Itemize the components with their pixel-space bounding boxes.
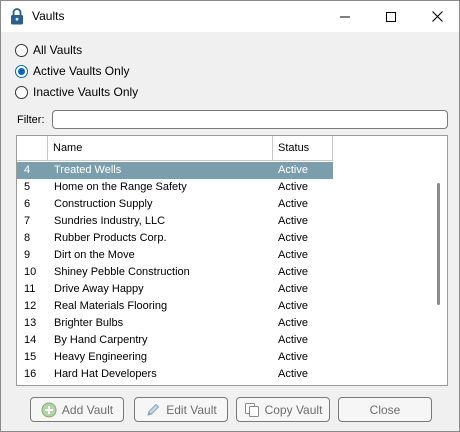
- vault-name: Construction Supply: [54, 198, 153, 210]
- vault-status: Active: [278, 232, 308, 244]
- title-bar[interactable]: Vaults: [1, 1, 459, 32]
- vault-status: Active: [278, 368, 308, 380]
- vertical-scrollbar-thumb[interactable]: [437, 183, 440, 305]
- vault-status: Active: [278, 198, 308, 210]
- vault-name: Sundries Industry, LLC: [54, 215, 166, 227]
- add-vault-label: Add Vault: [61, 402, 114, 417]
- window-title: Vaults: [32, 9, 65, 23]
- row-number: 4: [24, 164, 31, 176]
- vault-status: Active: [278, 266, 308, 278]
- edit-vault-label: Edit Vault: [166, 402, 217, 417]
- vault-name: Drive Away Happy: [54, 283, 144, 295]
- table-row[interactable]: 7 Sundries Industry, LLC Active: [17, 213, 333, 230]
- row-number: 9: [24, 249, 31, 261]
- plus-circle-icon: [41, 402, 57, 417]
- copy-icon: [244, 402, 259, 417]
- radio-all-vaults[interactable]: All Vaults: [15, 43, 82, 57]
- vault-status: Active: [278, 215, 308, 227]
- pencil-icon: [147, 403, 160, 416]
- row-number: 12: [24, 300, 37, 312]
- add-vault-button[interactable]: Add Vault: [30, 397, 124, 422]
- column-header-name[interactable]: Name: [48, 136, 273, 161]
- vault-status: Active: [278, 164, 308, 176]
- row-number: 7: [24, 215, 31, 227]
- row-number: 8: [24, 232, 31, 244]
- vault-name: Hard Hat Developers: [54, 368, 157, 380]
- table-row[interactable]: 11 Drive Away Happy Active: [17, 281, 333, 298]
- vault-name: Home on the Range Safety: [54, 181, 187, 193]
- row-number: 13: [24, 317, 37, 329]
- vault-name: Brighter Bulbs: [54, 317, 124, 329]
- vault-status: Active: [278, 300, 308, 312]
- vault-status: Active: [278, 181, 308, 193]
- table-row[interactable]: 12 Real Materials Flooring Active: [17, 298, 333, 315]
- row-number: 5: [24, 181, 31, 193]
- table-row[interactable]: 14 By Hand Carpentry Active: [17, 332, 333, 349]
- vault-name: Treated Wells: [54, 164, 122, 176]
- radio-inactive-vaults-only[interactable]: Inactive Vaults Only: [15, 85, 138, 99]
- close-window-button[interactable]: [414, 1, 460, 32]
- table-row[interactable]: 8 Rubber Products Corp. Active: [17, 230, 333, 247]
- radio-button[interactable]: [15, 85, 28, 99]
- column-header-number[interactable]: [17, 136, 48, 161]
- radio-active-vaults-only[interactable]: Active Vaults Only: [15, 64, 129, 78]
- radio-label: Active Vaults Only: [33, 64, 130, 78]
- row-number: 14: [24, 334, 37, 346]
- copy-vault-label: Copy Vault: [264, 402, 323, 417]
- row-number: 15: [24, 351, 37, 363]
- row-number: 6: [24, 198, 31, 210]
- vault-status: Active: [278, 317, 308, 329]
- list-header: Name Status: [17, 136, 447, 161]
- filter-input[interactable]: [52, 110, 448, 129]
- table-row[interactable]: 13 Brighter Bulbs Active: [17, 315, 333, 332]
- vault-name: Dirt on the Move: [54, 249, 135, 261]
- table-row[interactable]: 15 Heavy Engineering Active: [17, 349, 333, 366]
- close-icon: [431, 11, 443, 22]
- vaults-list[interactable]: Name Status 4 Treated Wells Active 5 Hom…: [16, 135, 448, 386]
- filter-label: Filter:: [17, 114, 45, 126]
- radio-button[interactable]: [15, 64, 28, 78]
- table-row[interactable]: 6 Construction Supply Active: [17, 196, 333, 213]
- vault-status: Active: [278, 351, 308, 363]
- table-row[interactable]: 4 Treated Wells Active: [17, 162, 333, 179]
- vault-status: Active: [278, 249, 308, 261]
- table-row[interactable]: 16 Hard Hat Developers Active: [17, 366, 333, 383]
- vault-name: Shiney Pebble Construction: [54, 266, 190, 278]
- maximize-icon: [386, 11, 396, 22]
- radio-label: All Vaults: [33, 43, 83, 57]
- row-number: 11: [24, 283, 36, 295]
- minimize-icon: [340, 16, 350, 17]
- vault-name: By Hand Carpentry: [54, 334, 148, 346]
- vault-name: Heavy Engineering: [54, 351, 147, 363]
- maximize-button[interactable]: [368, 1, 414, 32]
- close-button[interactable]: Close: [338, 397, 432, 422]
- vaults-window: Vaults All Vaults Active Vaults Only Ina…: [0, 0, 460, 432]
- vault-name: Real Materials Flooring: [54, 300, 168, 312]
- close-label: Close: [369, 402, 401, 417]
- row-number: 16: [24, 368, 37, 380]
- vault-status: Active: [278, 334, 308, 346]
- vault-status: Active: [278, 283, 308, 295]
- edit-vault-button[interactable]: Edit Vault: [134, 397, 228, 422]
- copy-vault-button[interactable]: Copy Vault: [236, 397, 330, 422]
- vault-name: Rubber Products Corp.: [54, 232, 167, 244]
- radio-label: Inactive Vaults Only: [33, 85, 139, 99]
- row-number: 10: [24, 266, 37, 278]
- table-row[interactable]: 9 Dirt on the Move Active: [17, 247, 333, 264]
- padlock-icon: [11, 8, 23, 25]
- minimize-button[interactable]: [322, 1, 368, 32]
- table-row[interactable]: 10 Shiney Pebble Construction Active: [17, 264, 333, 281]
- column-header-status[interactable]: Status: [273, 136, 333, 161]
- radio-button[interactable]: [15, 43, 28, 57]
- table-row[interactable]: 5 Home on the Range Safety Active: [17, 179, 333, 196]
